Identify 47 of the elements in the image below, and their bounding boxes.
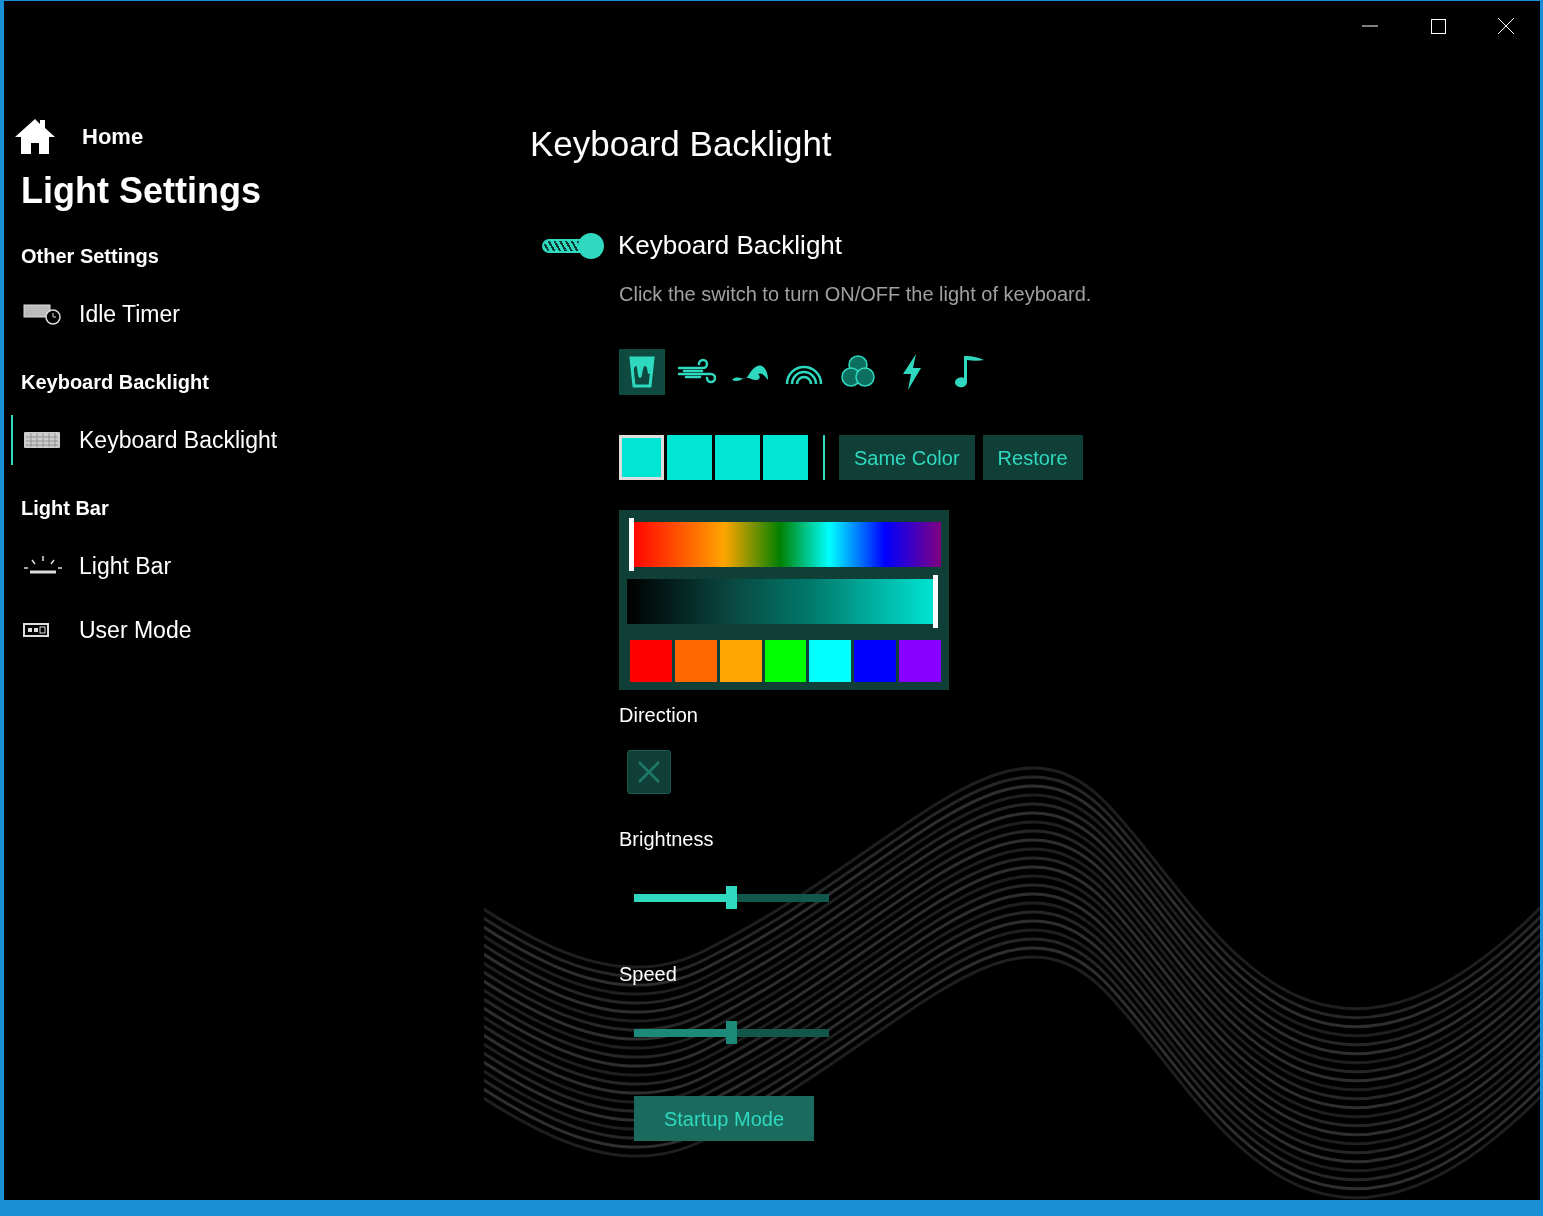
sidebar-item[interactable]: User Mode (11, 605, 524, 655)
sidebar-item[interactable]: Idle Timer (11, 289, 524, 339)
zone-color-swatch[interactable] (619, 435, 664, 480)
palette-swatch[interactable] (899, 640, 941, 682)
sidebar-title: Light Settings (20, 169, 262, 213)
palette-swatch[interactable] (764, 640, 807, 682)
palette-swatch[interactable] (630, 640, 672, 682)
hue-gradient-bar[interactable] (631, 522, 941, 567)
toggle-switch[interactable] (542, 232, 604, 259)
slider-track[interactable] (737, 1028, 829, 1037)
slider-label: Speed (619, 962, 678, 987)
palette-swatch[interactable] (854, 640, 897, 682)
light-bar-icon (23, 555, 63, 577)
home-link[interactable]: Home (82, 119, 144, 153)
switch-label: Keyboard Backlight (618, 229, 843, 262)
keyboard-clock-icon (23, 302, 61, 326)
close-icon (1498, 18, 1514, 34)
effect-button[interactable] (619, 349, 665, 395)
user-mode-icon (23, 623, 49, 637)
page-title: Keyboard Backlight (530, 123, 833, 165)
slider-thumb[interactable] (726, 886, 737, 909)
sidebar-item[interactable]: Keyboard Backlight (11, 415, 524, 465)
shade-gradient-bar[interactable] (627, 579, 935, 624)
zone-color-swatch[interactable] (715, 435, 760, 480)
slider-thumb[interactable] (629, 518, 634, 571)
zone-color-swatch[interactable] (667, 435, 712, 480)
palette-swatch[interactable] (809, 640, 852, 682)
keyboard-icon (23, 430, 61, 450)
direction-label: Direction (619, 703, 699, 728)
slider-track[interactable] (737, 893, 829, 902)
sidebar-item[interactable]: Light Bar (11, 541, 524, 591)
action-button[interactable]: Restore (982, 435, 1083, 480)
palette-swatch[interactable] (674, 640, 717, 682)
home-icon[interactable] (14, 117, 56, 155)
palette-swatch[interactable] (719, 640, 762, 682)
maximize-icon (1430, 18, 1446, 34)
slider-label: Brightness (619, 827, 715, 852)
zone-color-swatch[interactable] (763, 435, 808, 480)
switch-description: Click the switch to turn ON/OFF the light of keyboard. (619, 282, 1092, 307)
slider-thumb[interactable] (933, 575, 938, 628)
action-button[interactable]: Same Color (839, 435, 975, 480)
section-heading: Other Settings (20, 244, 160, 269)
section-heading: Light Bar (20, 496, 110, 521)
section-heading: Keyboard Backlight (20, 370, 210, 395)
startup-mode-button[interactable]: Startup Mode (634, 1096, 814, 1141)
minimize-icon (1362, 25, 1378, 27)
cross-icon (638, 761, 660, 783)
